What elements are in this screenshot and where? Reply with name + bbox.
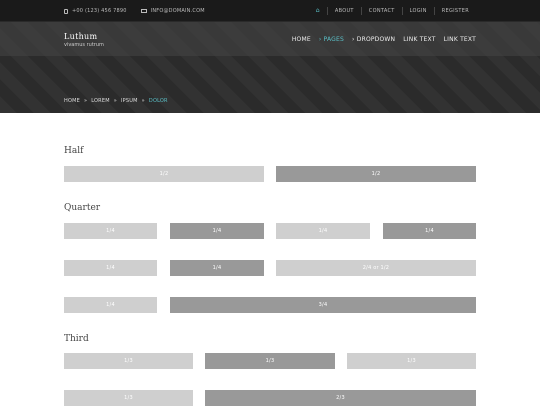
mail-icon xyxy=(140,9,147,13)
breadcrumb: HOME » LOREM » IPSUM » DOLOR xyxy=(64,98,168,104)
grid-box: 1/4 xyxy=(64,260,157,276)
top-link-contact[interactable]: CONTACT xyxy=(360,7,402,15)
grid-box: 2/3 xyxy=(205,390,476,406)
grid-box: 1/2 xyxy=(64,166,264,182)
grid-box: 1/4 xyxy=(383,223,476,239)
grid-box: 2/4 or 1/2 xyxy=(276,260,476,276)
email-contact[interactable]: INFO@DOMAIN.COM xyxy=(140,8,205,14)
grid-box: 1/4 xyxy=(276,223,370,239)
section-title-half: Half xyxy=(64,146,84,156)
phone-text: +00 (123) 456 7890 xyxy=(72,8,127,14)
grid-box: 1/2 xyxy=(276,166,476,182)
grid-box: 1/3 xyxy=(205,353,335,369)
main-nav: HOME › PAGES › DROPDOWN LINK TEXT LINK T… xyxy=(292,22,476,56)
breadcrumb-separator: » xyxy=(83,98,88,104)
grid-box: 1/3 xyxy=(64,353,193,369)
grid-box: 3/4 xyxy=(170,297,476,313)
top-link-register[interactable]: REGISTER xyxy=(433,7,476,15)
breadcrumb-separator: » xyxy=(113,98,117,104)
section-title-third: Third xyxy=(64,334,89,344)
grid-box: 1/3 xyxy=(347,353,476,369)
nav-item-link-text-1[interactable]: LINK TEXT xyxy=(403,36,435,43)
grid-box: 1/4 xyxy=(170,260,264,276)
breadcrumb-ipsum[interactable]: IPSUM xyxy=(121,98,138,104)
logo-title[interactable]: Luthum xyxy=(64,32,104,41)
top-link-about[interactable]: ABOUT xyxy=(326,7,361,15)
top-link-login[interactable]: LOGIN xyxy=(401,7,434,15)
breadcrumb-current: DOLOR xyxy=(148,98,168,104)
page-header: Luthum vivamus rutrum HOME › PAGES › DRO… xyxy=(0,22,540,113)
phone-contact: +00 (123) 456 7890 xyxy=(64,8,127,14)
nav-item-dropdown[interactable]: › DROPDOWN xyxy=(352,36,395,43)
nav-item-home[interactable]: HOME xyxy=(292,36,311,43)
nav-item-pages[interactable]: › PAGES xyxy=(319,36,344,43)
navbar: Luthum vivamus rutrum HOME › PAGES › DRO… xyxy=(0,22,540,56)
logo-subtitle: vivamus rutrum xyxy=(64,42,104,48)
top-links: ⌂ ABOUT CONTACT LOGIN REGISTER xyxy=(309,0,476,22)
grid-box: 1/3 xyxy=(64,390,193,406)
section-title-quarter: Quarter xyxy=(64,203,101,213)
top-bar: +00 (123) 456 7890 INFO@DOMAIN.COM ⌂ ABO… xyxy=(0,0,540,22)
grid-box: 1/4 xyxy=(64,297,157,313)
breadcrumb-home[interactable]: HOME xyxy=(64,98,80,104)
breadcrumb-lorem[interactable]: LOREM xyxy=(91,98,110,104)
phone-icon xyxy=(64,8,68,14)
home-icon[interactable]: ⌂ xyxy=(309,7,327,15)
grid-box: 1/4 xyxy=(64,223,157,239)
email-text[interactable]: INFO@DOMAIN.COM xyxy=(151,8,205,14)
logo[interactable]: Luthum vivamus rutrum xyxy=(64,32,104,48)
nav-item-link-text-2[interactable]: LINK TEXT xyxy=(444,36,476,43)
contact-info: +00 (123) 456 7890 INFO@DOMAIN.COM xyxy=(64,0,205,22)
grid-box: 1/4 xyxy=(170,223,264,239)
breadcrumb-separator: » xyxy=(141,98,145,104)
